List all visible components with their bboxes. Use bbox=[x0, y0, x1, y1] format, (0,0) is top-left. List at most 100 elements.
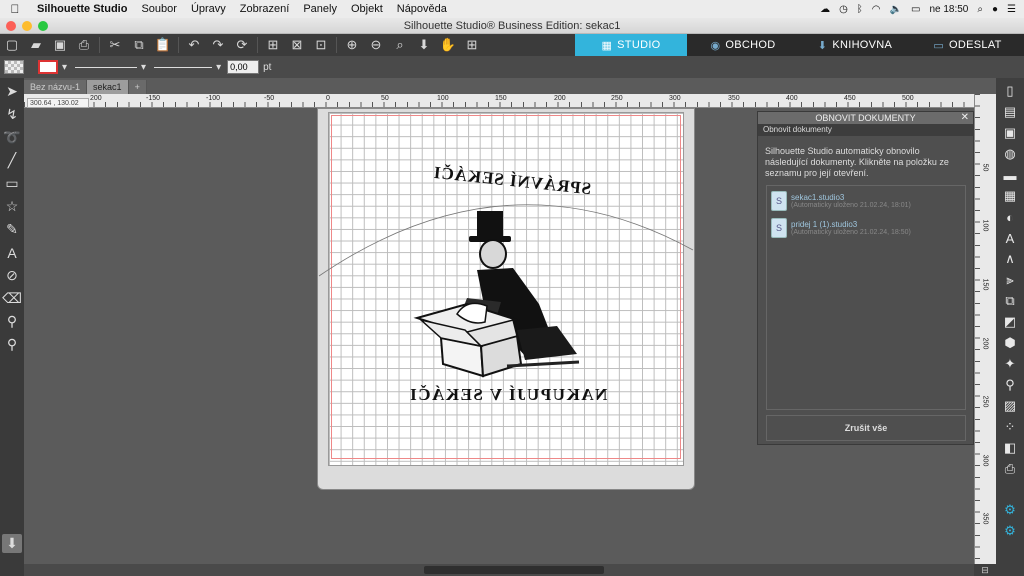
replicate-icon[interactable]: ⧉ bbox=[1000, 292, 1020, 310]
rectangle-tool-icon[interactable]: ▭ bbox=[2, 174, 22, 193]
fit-to-page-icon[interactable]: ⬇ bbox=[412, 34, 436, 56]
new-document-icon[interactable]: ▢ bbox=[0, 34, 24, 56]
copy-icon[interactable]: ⧉ bbox=[127, 34, 151, 56]
preferences-gear-icon[interactable]: ⚙ bbox=[1000, 522, 1020, 540]
print-cut-icon[interactable]: ⎙ bbox=[1000, 460, 1020, 478]
open-folder-icon[interactable]: ▰ bbox=[24, 34, 48, 56]
volume-icon[interactable]: 🔈 bbox=[890, 4, 902, 15]
tab-library[interactable]: ⬇ KNIHOVNA bbox=[799, 34, 911, 56]
line-width-input[interactable] bbox=[227, 60, 260, 74]
line-color-swatch[interactable] bbox=[38, 60, 58, 74]
redo-icon[interactable]: ↷ bbox=[206, 34, 230, 56]
zoom-select-icon[interactable]: ⌕ bbox=[388, 34, 412, 56]
redraw-icon[interactable]: ⟳ bbox=[230, 34, 254, 56]
paste-icon[interactable]: 📋 bbox=[151, 34, 175, 56]
man-in-tophat-illustration[interactable] bbox=[413, 211, 580, 378]
list-item[interactable]: S pridej 1 (1).studio3 (Automaticky ulož… bbox=[767, 216, 965, 240]
offset-icon[interactable]: ✦ bbox=[1000, 355, 1020, 373]
transform-icon[interactable]: ◩ bbox=[1000, 313, 1020, 331]
horizontal-scrollbar[interactable] bbox=[24, 564, 974, 576]
text-tool-icon[interactable]: A bbox=[2, 243, 22, 262]
apple-icon[interactable]:  bbox=[0, 2, 30, 16]
group-icon[interactable]: ⊞ bbox=[261, 34, 285, 56]
tab-studio[interactable]: ▦ STUDIO bbox=[575, 34, 687, 56]
menu-help[interactable]: Nápověda bbox=[390, 3, 454, 15]
sketch-font-icon[interactable]: ∧ bbox=[1000, 250, 1020, 268]
select-arrow-icon[interactable]: ➤ bbox=[2, 82, 22, 101]
time-machine-icon[interactable]: ◷ bbox=[839, 4, 848, 15]
lasso-icon[interactable]: ➰ bbox=[2, 128, 22, 147]
scrollbar-thumb[interactable] bbox=[424, 566, 604, 574]
zoom-out-icon[interactable]: ⊖ bbox=[364, 34, 388, 56]
user-avatar[interactable]: ● bbox=[992, 4, 998, 15]
battery-icon[interactable]: ▭ bbox=[911, 4, 920, 15]
polygon-star-icon[interactable]: ☆ bbox=[2, 197, 22, 216]
add-page-icon[interactable]: ⊞ bbox=[460, 34, 484, 56]
undo-icon[interactable]: ↶ bbox=[182, 34, 206, 56]
save-icon[interactable]: ▣ bbox=[48, 34, 72, 56]
cutter-machine-icon: ▭ bbox=[933, 39, 945, 52]
menu-file[interactable]: Soubor bbox=[134, 3, 183, 15]
chevron-down-icon[interactable]: ▾ bbox=[141, 62, 146, 73]
menu-panels[interactable]: Panely bbox=[296, 3, 344, 15]
ungroup-icon[interactable]: ⊠ bbox=[285, 34, 309, 56]
fill-gradient-icon[interactable]: ◐ bbox=[1000, 208, 1020, 226]
chevron-down-icon[interactable]: ▾ bbox=[62, 62, 67, 73]
menu-view[interactable]: Zobrazení bbox=[233, 3, 297, 15]
close-icon[interactable]: ✕ bbox=[961, 112, 969, 124]
settings-gear-icon[interactable]: ⚙ bbox=[1000, 501, 1020, 519]
line-color-icon[interactable]: ▬ bbox=[1000, 166, 1020, 184]
zoom-in-icon[interactable]: ⊕ bbox=[340, 34, 364, 56]
wifi-icon[interactable]: ◠ bbox=[872, 4, 881, 15]
cloud-icon[interactable]: ☁ bbox=[820, 4, 830, 15]
menu-edit[interactable]: Úpravy bbox=[184, 3, 233, 15]
pan-hand-icon[interactable]: ✋ bbox=[436, 34, 460, 56]
minimize-window-button[interactable] bbox=[22, 21, 32, 31]
clock-text[interactable]: ne 18:50 bbox=[929, 4, 968, 15]
chevron-down-icon[interactable]: ▾ bbox=[216, 62, 221, 73]
fill-color-icon[interactable]: ◍ bbox=[1000, 145, 1020, 163]
eyedropper-secondary-icon[interactable]: ⚲ bbox=[2, 335, 22, 354]
design-bottom-text[interactable]: NAKUPUJÍ V SEKÁČI bbox=[388, 385, 628, 405]
pencil-icon[interactable]: ✎ bbox=[2, 220, 22, 239]
tab-document-2[interactable]: sekac1 bbox=[87, 80, 129, 94]
eyedropper-icon[interactable]: ⚲ bbox=[2, 312, 22, 331]
nesting-icon[interactable]: ▨ bbox=[1000, 397, 1020, 415]
tab-document-1[interactable]: Bez názvu-1 bbox=[24, 80, 88, 94]
cut-icon[interactable]: ✂ bbox=[103, 34, 127, 56]
select-all-icon[interactable]: ⊡ bbox=[309, 34, 333, 56]
menu-app-name[interactable]: Silhouette Studio bbox=[30, 3, 134, 15]
pixscan-icon[interactable]: ▣ bbox=[1000, 124, 1020, 142]
tab-store[interactable]: ◉ OBCHOD bbox=[687, 34, 799, 56]
line-style-selector[interactable] bbox=[75, 66, 138, 68]
modify-icon[interactable]: ⬢ bbox=[1000, 334, 1020, 352]
fill-pattern-icon[interactable]: ▦ bbox=[1000, 187, 1020, 205]
line-join-selector[interactable] bbox=[154, 66, 213, 68]
tab-send[interactable]: ▭ ODESLAT bbox=[911, 34, 1024, 56]
library-import-icon[interactable]: ⬇ bbox=[2, 534, 22, 553]
bluetooth-icon[interactable]: ᛒ bbox=[857, 4, 863, 15]
scroll-corner: ⊟ bbox=[974, 564, 996, 576]
cancel-all-button[interactable]: Zrušit vše bbox=[766, 415, 966, 441]
close-window-button[interactable] bbox=[6, 21, 16, 31]
zoom-window-button[interactable] bbox=[38, 21, 48, 31]
spotlight-icon[interactable]: ⌕ bbox=[977, 4, 983, 15]
design-store-icon[interactable]: ▤ bbox=[1000, 103, 1020, 121]
notification-center-icon[interactable]: ☰ bbox=[1007, 4, 1016, 15]
layers-icon[interactable]: ◧ bbox=[1000, 439, 1020, 457]
rhinestone-icon[interactable]: ⁘ bbox=[1000, 418, 1020, 436]
page-setup-icon[interactable]: ▯ bbox=[1000, 82, 1020, 100]
fill-pattern-swatch[interactable] bbox=[4, 60, 24, 74]
curved-text-top[interactable]: SPRÁVNÍ SEKÁČI bbox=[402, 163, 622, 205]
align-icon[interactable]: ⫸ bbox=[1000, 271, 1020, 289]
trace-icon[interactable]: ⚲ bbox=[1000, 376, 1020, 394]
add-tab-icon[interactable]: + bbox=[128, 80, 147, 94]
print-icon[interactable]: ⎙ bbox=[72, 34, 96, 56]
list-item[interactable]: S sekac1.studio3 (Automaticky uloženo 21… bbox=[767, 189, 965, 213]
point-edit-icon[interactable]: ↯ bbox=[2, 105, 22, 124]
knife-tool-icon[interactable]: ⊘ bbox=[2, 266, 22, 285]
menu-object[interactable]: Objekt bbox=[344, 3, 390, 15]
line-tool-icon[interactable]: ╱ bbox=[2, 151, 22, 170]
text-style-icon[interactable]: A bbox=[1000, 229, 1020, 247]
eraser-icon[interactable]: ⌫ bbox=[2, 289, 22, 308]
